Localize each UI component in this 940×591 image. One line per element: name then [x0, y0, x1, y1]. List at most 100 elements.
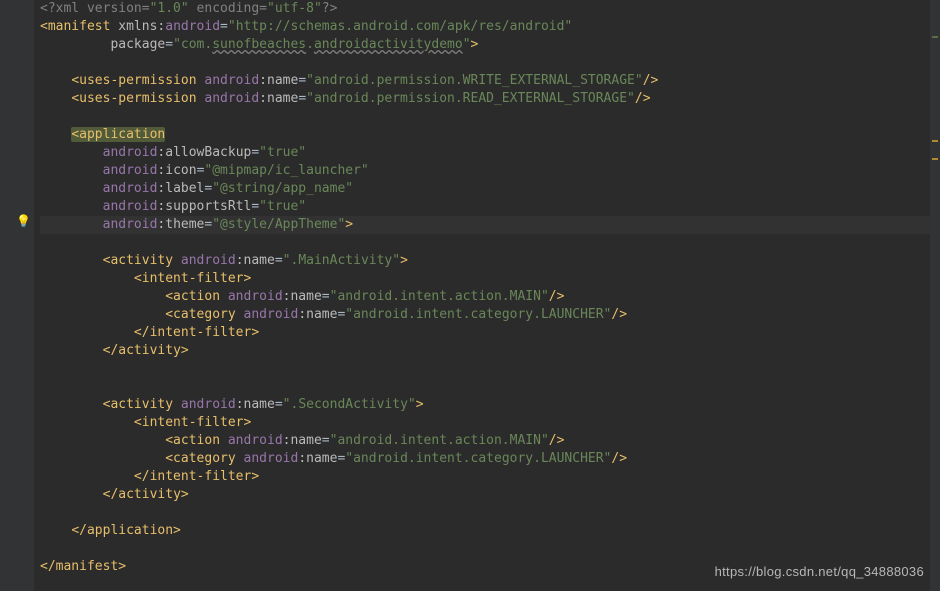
code-token: :name [283, 289, 322, 304]
code-line[interactable] [40, 54, 938, 72]
code-token: "android.permission.WRITE_EXTERNAL_STORA… [306, 73, 643, 88]
code-token: android [103, 199, 158, 214]
code-token: "android.intent.category.LAUNCHER" [345, 451, 611, 466]
code-line[interactable]: </intent-filter> [40, 468, 938, 486]
lightbulb-icon[interactable]: 💡 [16, 214, 31, 228]
code-token: :label [157, 181, 204, 196]
code-token: </application> [71, 523, 181, 538]
code-token: ".MainActivity" [283, 253, 400, 268]
code-token: "android.intent.action.MAIN" [330, 289, 549, 304]
code-line[interactable]: </activity> [40, 342, 938, 360]
code-token: <manifest [40, 19, 118, 34]
code-line[interactable]: </activity> [40, 486, 938, 504]
code-line[interactable]: </application> [40, 522, 938, 540]
code-line[interactable]: android:allowBackup="true" [40, 144, 938, 162]
overview-mark[interactable] [932, 158, 938, 160]
code-line[interactable] [40, 234, 938, 252]
code-token: :theme [157, 217, 204, 232]
code-line[interactable] [40, 108, 938, 126]
code-token: <activity [103, 253, 181, 268]
code-token [40, 523, 71, 538]
code-token: "true" [259, 145, 306, 160]
code-token: </intent-filter> [134, 469, 259, 484]
code-line[interactable]: <category android:name="android.intent.c… [40, 450, 938, 468]
code-token: android [204, 73, 259, 88]
code-line[interactable]: <action android:name="android.intent.act… [40, 288, 938, 306]
code-token: = [298, 91, 306, 106]
code-line[interactable]: <activity android:name=".MainActivity"> [40, 252, 938, 270]
code-token [40, 343, 103, 358]
code-token: ?> [322, 1, 338, 16]
code-token: <activity [103, 397, 181, 412]
code-line[interactable]: </intent-filter> [40, 324, 938, 342]
code-line[interactable]: <intent-filter> [40, 414, 938, 432]
code-token: <category [165, 451, 243, 466]
code-token: "android.intent.action.MAIN" [330, 433, 549, 448]
code-token: :allowBackup [157, 145, 251, 160]
code-token: android [165, 19, 220, 34]
code-token [40, 397, 103, 412]
code-token: "true" [259, 199, 306, 214]
code-token: :icon [157, 163, 196, 178]
code-line[interactable] [40, 360, 938, 378]
code-line[interactable]: <category android:name="android.intent.c… [40, 306, 938, 324]
code-token: "http://schemas.android.com/apk/res/andr… [228, 19, 572, 34]
overview-mark[interactable] [932, 36, 938, 38]
code-line[interactable]: <uses-permission android:name="android.p… [40, 90, 938, 108]
code-token: </activity> [103, 343, 189, 358]
code-token: > [345, 217, 353, 232]
code-token: "1.0" [150, 1, 189, 16]
code-line[interactable] [40, 378, 938, 396]
code-token: /> [611, 451, 627, 466]
code-token: > [471, 37, 479, 52]
code-line[interactable]: <action android:name="android.intent.act… [40, 432, 938, 450]
code-token: ".SecondActivity" [283, 397, 416, 412]
code-line[interactable]: android:supportsRtl="true" [40, 198, 938, 216]
code-token: = [251, 145, 259, 160]
code-token: android [228, 289, 283, 304]
code-line[interactable]: android:theme="@style/AppTheme"> [40, 216, 938, 234]
code-token: encoding= [189, 1, 267, 16]
code-line[interactable]: package="com.sunofbeaches.androidactivit… [40, 36, 938, 54]
code-token: <intent-filter> [134, 271, 251, 286]
code-editor[interactable]: 💡 <?xml version="1.0" encoding="utf-8"?>… [0, 0, 940, 591]
code-line[interactable] [40, 540, 938, 558]
code-token: package [110, 37, 165, 52]
code-token: android [244, 451, 299, 466]
code-line[interactable]: <activity android:name=".SecondActivity"… [40, 396, 938, 414]
code-area[interactable]: <?xml version="1.0" encoding="utf-8"?><m… [34, 0, 940, 576]
code-token: sunofbeaches [212, 37, 306, 52]
code-token [40, 127, 71, 142]
code-token: :name [298, 451, 337, 466]
code-token: :name [236, 397, 275, 412]
code-token [40, 487, 103, 502]
overview-mark[interactable] [932, 140, 938, 142]
code-token: > [416, 397, 424, 412]
code-line[interactable]: <manifest xmlns:android="http://schemas.… [40, 18, 938, 36]
code-token: <?xml version= [40, 1, 150, 16]
code-line[interactable] [40, 504, 938, 522]
code-token: :name [259, 73, 298, 88]
code-line[interactable]: android:label="@string/app_name" [40, 180, 938, 198]
code-token: /> [549, 433, 565, 448]
code-token: > [400, 253, 408, 268]
gutter: 💡 [0, 0, 34, 591]
code-token: = [220, 19, 228, 34]
code-token: <uses-permission [71, 73, 204, 88]
code-token: xmlns: [118, 19, 165, 34]
code-line[interactable]: android:icon="@mipmap/ic_launcher" [40, 162, 938, 180]
code-line[interactable]: <uses-permission android:name="android.p… [40, 72, 938, 90]
code-token: android [103, 145, 158, 160]
code-token: :name [236, 253, 275, 268]
code-line[interactable]: <?xml version="1.0" encoding="utf-8"?> [40, 0, 938, 18]
code-token: :supportsRtl [157, 199, 251, 214]
watermark-text: https://blog.csdn.net/qq_34888036 [715, 564, 924, 579]
code-token: androidactivitydemo [314, 37, 463, 52]
code-token: </activity> [103, 487, 189, 502]
code-token [40, 73, 71, 88]
overview-ruler[interactable] [930, 0, 940, 591]
code-token [40, 415, 134, 430]
code-line[interactable]: <intent-filter> [40, 270, 938, 288]
code-line[interactable]: <application [40, 126, 938, 144]
code-token [40, 307, 165, 322]
